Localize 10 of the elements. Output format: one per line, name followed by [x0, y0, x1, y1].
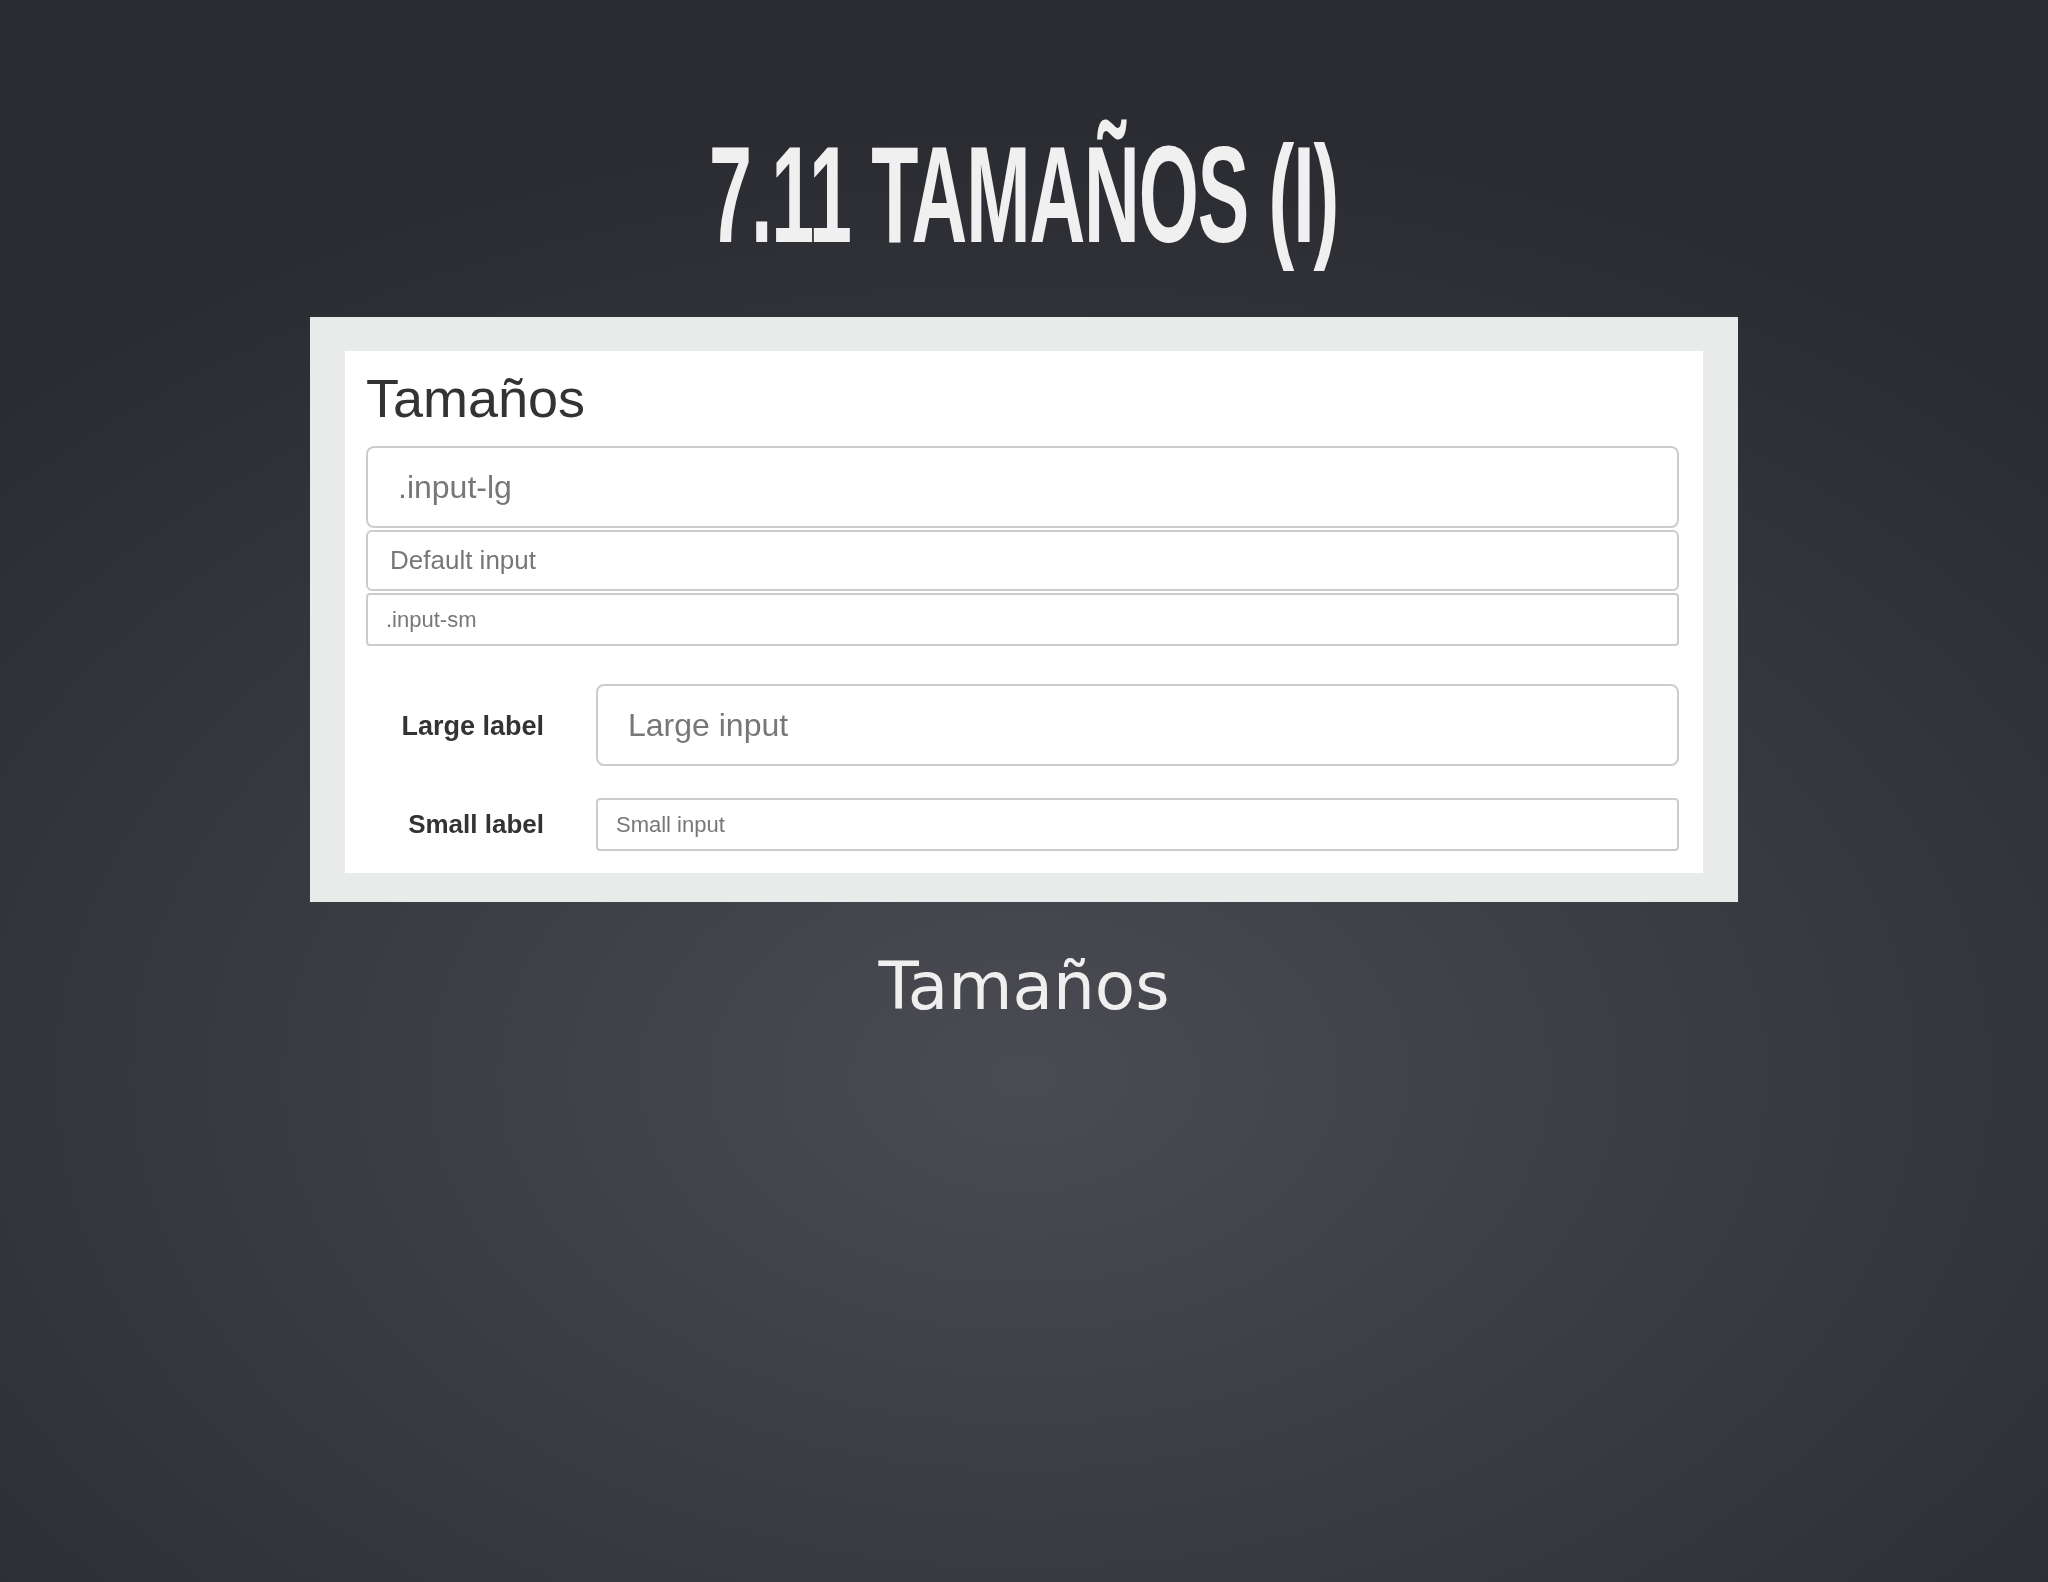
input-field[interactable]: Large input — [596, 684, 1679, 766]
input-field[interactable]: .input-sm — [366, 593, 1679, 646]
slide-title: 7.11 TAMAÑOS (I) — [708, 116, 1340, 274]
input-field[interactable]: .input-lg — [366, 446, 1679, 528]
input-field[interactable]: Default input — [366, 530, 1679, 591]
field-label: Large label — [400, 710, 545, 742]
page-heading: Tamaños — [366, 371, 587, 425]
input-field[interactable]: Small input — [596, 798, 1679, 851]
field-label: Small label — [407, 809, 545, 840]
slide-caption: Tamaños — [878, 948, 1170, 1025]
